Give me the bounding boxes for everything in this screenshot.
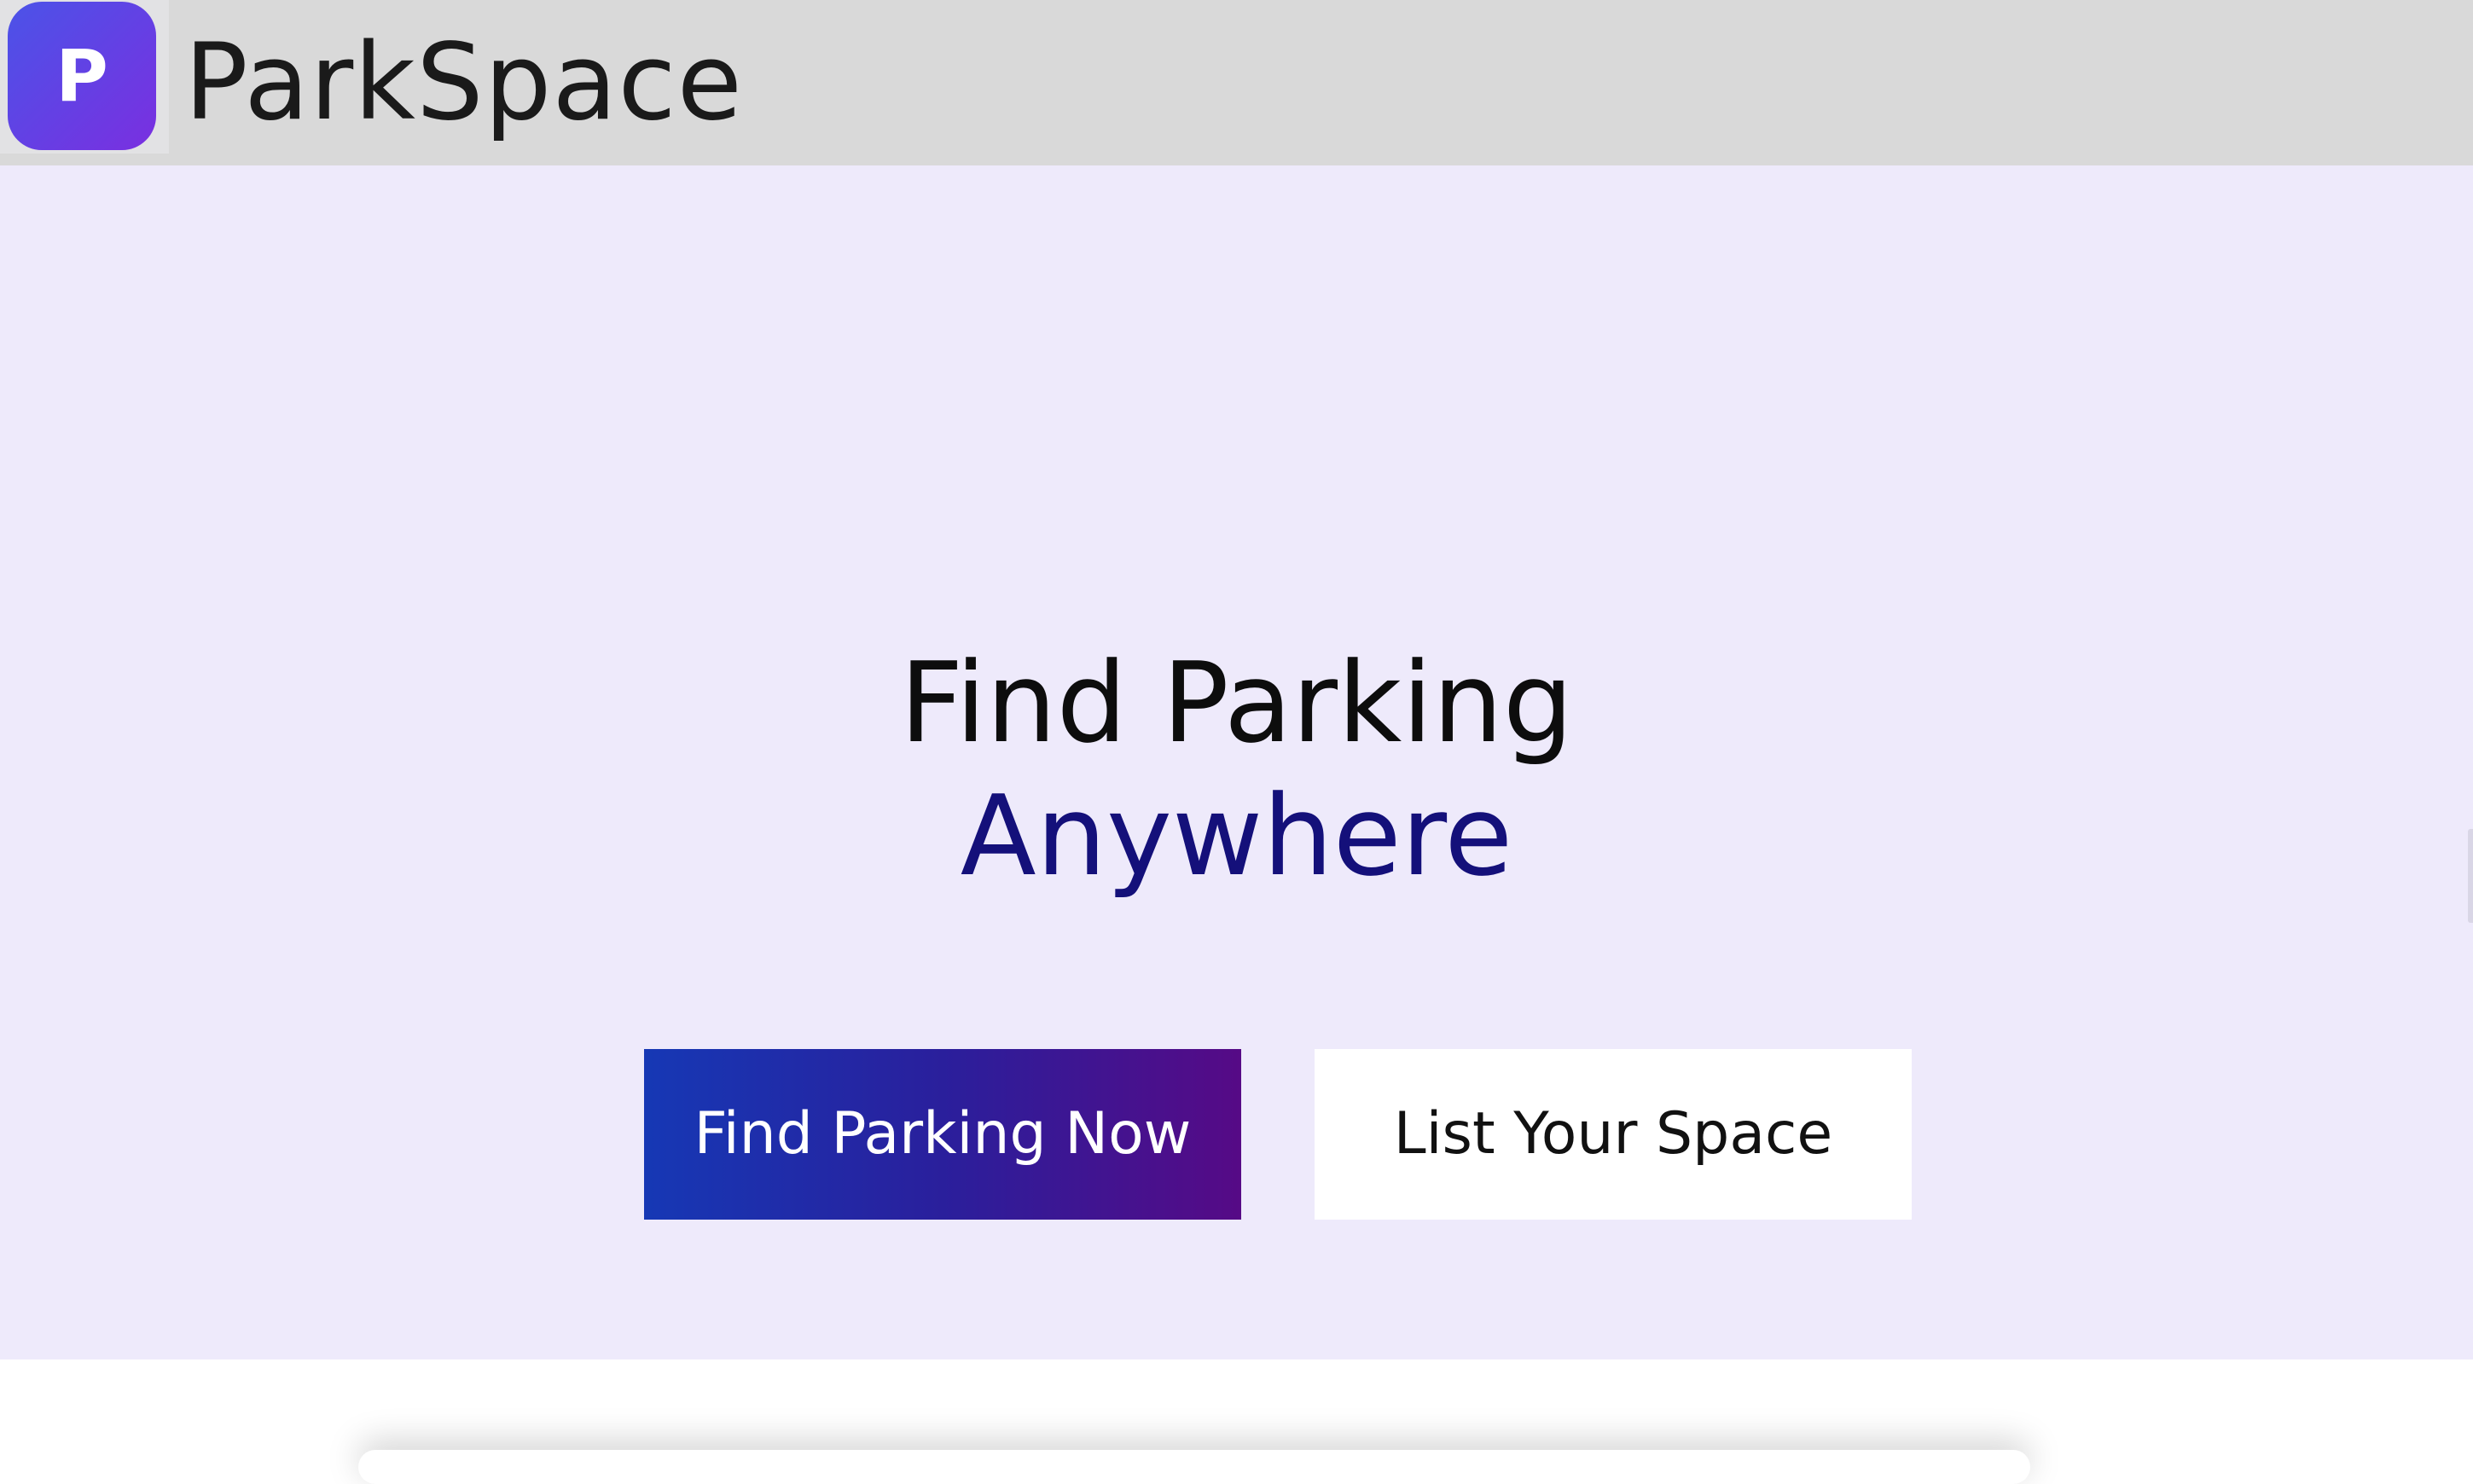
side-scroll-handle[interactable] [2468, 829, 2473, 923]
hero-section: Find Parking Anywhere Find Parking Now L… [0, 165, 2473, 1359]
list-your-space-button[interactable]: List Your Space [1315, 1049, 1912, 1220]
brand-name[interactable]: ParkSpace [184, 19, 743, 147]
hero-title: Find Parking Anywhere [0, 636, 2473, 902]
logo-container[interactable]: P [0, 0, 169, 154]
find-parking-now-button[interactable]: Find Parking Now [644, 1049, 1241, 1220]
hero-title-line-2: Anywhere [960, 771, 1513, 901]
top-header: P ParkSpace [0, 0, 2473, 165]
parking-logo-icon: P [8, 2, 156, 150]
hero-title-line-1: Find Parking [899, 638, 1574, 768]
content-card [358, 1450, 2030, 1484]
